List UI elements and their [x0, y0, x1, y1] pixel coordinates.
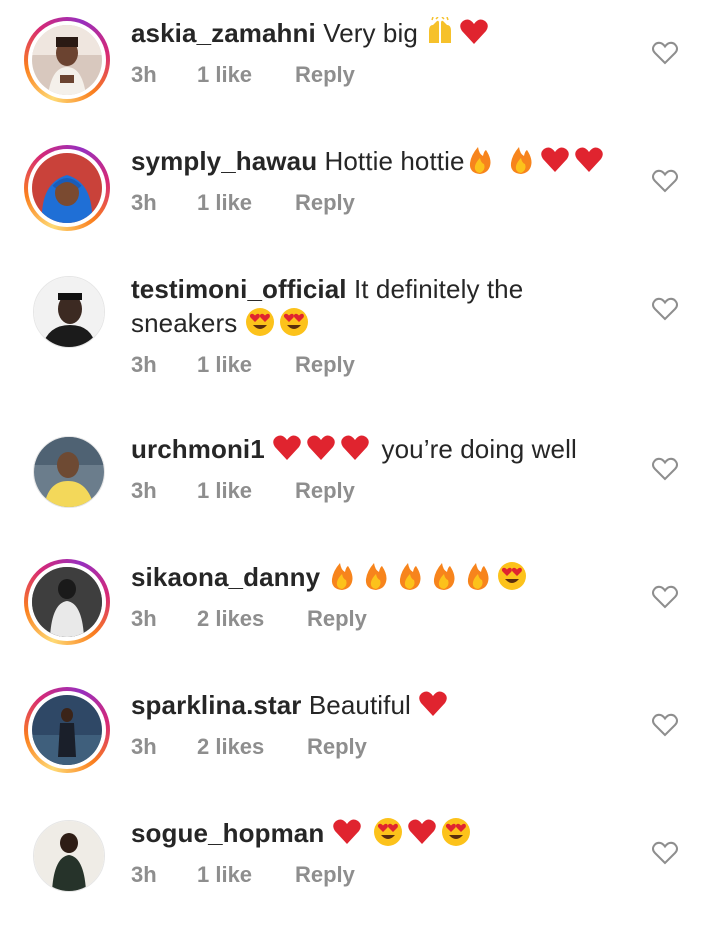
heart-eyes-icon	[245, 307, 275, 337]
comment-username[interactable]: testimoni_official	[131, 274, 347, 304]
comment-username[interactable]: askia_zamahni	[131, 18, 316, 48]
comment-time: 3h	[131, 62, 157, 87]
avatar[interactable]	[24, 559, 110, 645]
avatar[interactable]	[24, 427, 110, 513]
like-heart-icon[interactable]	[652, 841, 678, 865]
heart-icon	[272, 433, 302, 463]
heart-icon	[407, 817, 437, 847]
comment-time: 3h	[131, 734, 157, 759]
reply-button[interactable]: Reply	[295, 352, 355, 378]
reply-button[interactable]: Reply	[307, 734, 367, 760]
comment-username[interactable]: symply_hawau	[131, 146, 317, 176]
heart-icon	[574, 145, 604, 175]
avatar[interactable]	[24, 145, 110, 231]
comment-time: 3h	[131, 352, 157, 377]
heart-eyes-icon	[497, 561, 527, 591]
comment-username[interactable]: urchmoni1	[131, 434, 265, 464]
like-heart-icon[interactable]	[652, 585, 678, 609]
comment-likes[interactable]: 2 likes	[197, 734, 307, 760]
comment-likes[interactable]: 1 like	[197, 862, 295, 888]
comment-username[interactable]: sparklina.star	[131, 690, 302, 720]
fire-icon	[463, 561, 493, 591]
avatar[interactable]	[24, 811, 110, 897]
raised-hands-icon	[425, 17, 455, 47]
comment-likes[interactable]: 1 like	[197, 352, 295, 378]
heart-icon	[340, 433, 370, 463]
comment-text-continued: sneakers	[131, 308, 238, 338]
avatar[interactable]	[24, 17, 110, 103]
comment-username[interactable]: sogue_hopman	[131, 818, 324, 848]
heart-icon	[418, 689, 448, 719]
like-heart-icon[interactable]	[652, 457, 678, 481]
fire-icon	[395, 561, 425, 591]
heart-icon	[540, 145, 570, 175]
reply-button[interactable]: Reply	[295, 862, 355, 888]
fire-icon	[361, 561, 391, 591]
like-heart-icon[interactable]	[652, 169, 678, 193]
fire-icon	[429, 561, 459, 591]
reply-button[interactable]: Reply	[295, 62, 355, 88]
heart-eyes-icon	[441, 817, 471, 847]
reply-button[interactable]: Reply	[295, 478, 355, 504]
comment-likes[interactable]: 1 like	[197, 190, 295, 216]
like-heart-icon[interactable]	[652, 713, 678, 737]
fire-icon	[327, 561, 357, 591]
comment-time: 3h	[131, 478, 157, 503]
comment-time: 3h	[131, 190, 157, 215]
reply-button[interactable]: Reply	[307, 606, 367, 632]
like-heart-icon[interactable]	[652, 41, 678, 65]
comment-likes[interactable]: 1 like	[197, 62, 295, 88]
avatar[interactable]	[24, 267, 110, 353]
comment-text: you’re doing well	[381, 434, 577, 464]
comment-username[interactable]: sikaona_danny	[131, 562, 320, 592]
comment-text: Hottie hottie	[324, 146, 465, 176]
comment-likes[interactable]: 2 likes	[197, 606, 307, 632]
comment-time: 3h	[131, 862, 157, 887]
heart-eyes-icon	[373, 817, 403, 847]
heart-eyes-icon	[279, 307, 309, 337]
heart-icon	[332, 817, 362, 847]
comment-text: It definitely the	[353, 274, 524, 304]
heart-icon	[306, 433, 336, 463]
fire-icon	[506, 145, 536, 175]
comment-likes[interactable]: 1 like	[197, 478, 295, 504]
comment-text: Beautiful	[308, 690, 411, 720]
like-heart-icon[interactable]	[652, 297, 678, 321]
fire-icon	[465, 145, 495, 175]
comment-text: Very big	[323, 18, 418, 48]
reply-button[interactable]: Reply	[295, 190, 355, 216]
avatar[interactable]	[24, 687, 110, 773]
heart-icon	[459, 17, 489, 47]
comment-time: 3h	[131, 606, 157, 631]
